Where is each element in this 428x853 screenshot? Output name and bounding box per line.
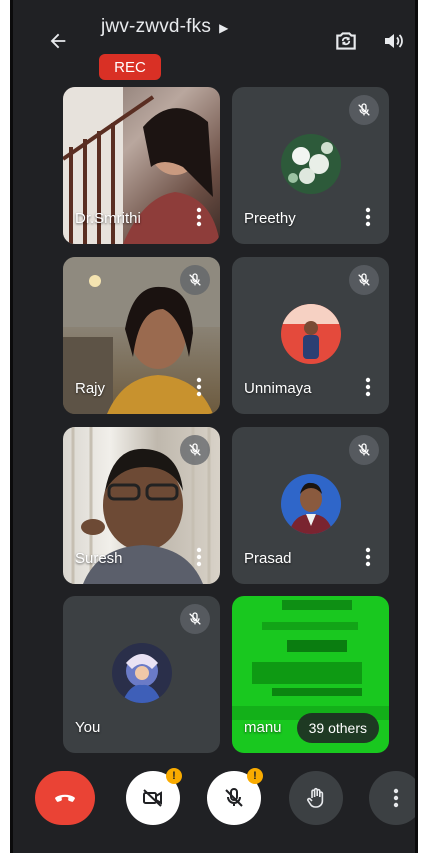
switch-camera-icon — [336, 32, 356, 50]
more-options-button[interactable] — [369, 771, 415, 825]
raise-hand-button[interactable] — [289, 771, 343, 825]
warning-badge: ! — [247, 768, 263, 784]
call-end-icon — [55, 794, 75, 802]
more-vert-icon[interactable] — [192, 376, 206, 398]
participant-name: Preethy — [244, 210, 296, 227]
participant-name: Prasad — [244, 550, 292, 567]
raise-hand-icon — [307, 787, 324, 808]
participant-name: Unnimaya — [244, 380, 312, 397]
participant-name: Rajy — [75, 380, 106, 397]
participant-tile[interactable]: Rajy — [63, 257, 220, 414]
back-arrow-icon — [50, 33, 66, 49]
avatar — [111, 642, 172, 703]
more-vert-icon[interactable] — [192, 546, 206, 568]
back-button[interactable] — [43, 26, 73, 56]
end-call-button[interactable] — [35, 771, 95, 825]
avatar — [280, 473, 341, 534]
self-tile[interactable]: You — [63, 596, 220, 753]
more-vert-icon[interactable] — [361, 546, 375, 568]
more-vert-icon[interactable] — [361, 376, 375, 398]
participant-name: manu — [244, 719, 282, 736]
avatar — [280, 133, 341, 194]
meeting-screen: jwv-zwvd-fks ▶ REC Dr.Smrithi Preethy Ra… — [10, 0, 418, 853]
mic-toggle-button[interactable]: ! — [207, 768, 263, 825]
mic-off-icon — [349, 435, 379, 465]
more-vert-icon — [393, 788, 399, 808]
meeting-title[interactable]: jwv-zwvd-fks ▶ — [101, 16, 229, 38]
switch-camera-button[interactable] — [331, 26, 361, 56]
others-count-badge[interactable]: 39 others — [296, 713, 379, 743]
recording-badge: REC — [99, 54, 161, 80]
participant-tile[interactable]: Dr.Smrithi — [63, 87, 220, 244]
warning-badge: ! — [166, 768, 182, 784]
camera-off-icon — [143, 789, 162, 807]
mic-off-icon — [349, 265, 379, 295]
participant-name: Suresh — [75, 550, 123, 567]
mic-off-icon — [225, 787, 243, 807]
more-vert-icon[interactable] — [192, 206, 206, 228]
participant-tile[interactable]: Unnimaya — [232, 257, 389, 414]
participant-name: You — [75, 719, 101, 736]
more-vert-icon[interactable] — [361, 206, 375, 228]
chevron-right-icon: ▶ — [219, 21, 229, 35]
speaker-icon — [385, 34, 403, 48]
mic-off-icon — [349, 95, 379, 125]
mic-off-icon — [180, 265, 210, 295]
avatar — [280, 303, 341, 364]
mic-off-icon — [180, 604, 210, 634]
participant-tile[interactable]: Preethy — [232, 87, 389, 244]
participant-name: Dr.Smrithi — [75, 210, 141, 227]
speaker-button[interactable] — [378, 26, 408, 56]
participant-tile[interactable]: Prasad — [232, 427, 389, 584]
camera-toggle-button[interactable]: ! — [126, 768, 182, 825]
mic-off-icon — [180, 435, 210, 465]
meeting-code: jwv-zwvd-fks — [101, 16, 212, 37]
participant-tile[interactable]: manu 39 others — [232, 596, 389, 753]
participant-tile[interactable]: Suresh — [63, 427, 220, 584]
